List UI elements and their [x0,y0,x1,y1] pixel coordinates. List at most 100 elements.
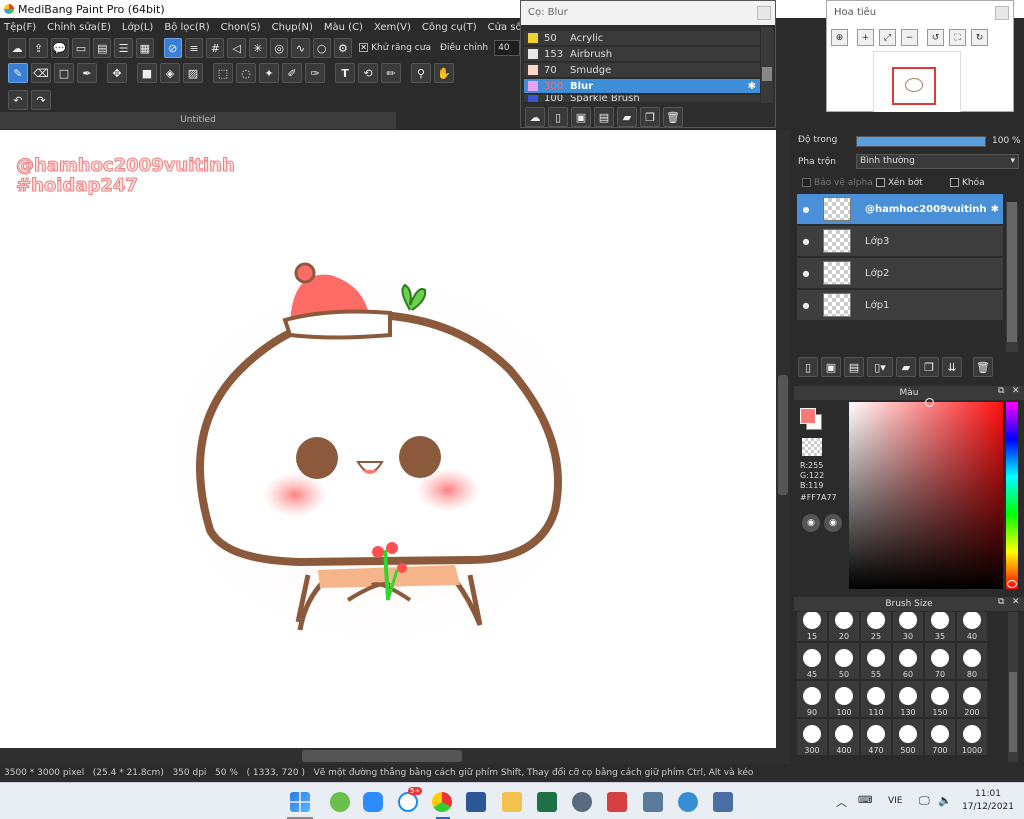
menu-edit[interactable]: Chỉnh sửa(E) [47,22,111,33]
lasso-tool-icon[interactable]: ◌ [236,63,256,83]
fit-canvas-icon[interactable]: ⛶ [949,29,966,46]
close-icon[interactable]: ✕ [1012,597,1020,607]
list-icon[interactable]: ☰ [114,38,133,58]
brush-size-option[interactable]: 100 [828,680,860,718]
menu-snap[interactable]: Chụp(N) [272,22,313,33]
gradient-tool-icon[interactable]: ▨ [183,63,203,83]
medibang-taskbar-icon[interactable] [678,792,698,812]
calculator-icon[interactable] [643,792,663,812]
hand-tool-icon[interactable]: ✋ [434,63,454,83]
brush-size-option[interactable]: 20 [828,612,860,642]
zoom-in-icon[interactable]: + [857,29,874,46]
fill-rect-tool-icon[interactable]: ■ [137,63,157,83]
text-tool-icon[interactable]: T [335,63,355,83]
snap-settings-icon[interactable]: ⚙ [333,38,353,58]
clip-checkbox[interactable] [876,178,885,187]
select-tool-icon[interactable]: ⬚ [213,63,233,83]
cloud-download-icon[interactable]: ☁ [525,107,545,127]
visibility-icon[interactable]: ● [797,301,815,310]
layer-list-scroll-thumb[interactable] [1007,202,1017,342]
chevron-up-icon[interactable]: ︿ [836,794,847,810]
volume-icon[interactable]: 🔈 [938,794,952,807]
horizontal-scroll-thumb[interactable] [302,750,462,762]
brush-panel-close-button[interactable] [757,6,771,20]
blend-mode-select[interactable]: Bình thường ▾ [856,154,1019,169]
pencil-tool-icon[interactable]: ✏ [381,63,401,83]
foreground-color-swatch[interactable] [800,408,816,424]
layer-folder-icon[interactable]: ▰ [896,357,916,377]
visibility-icon[interactable]: ● [797,237,815,246]
network-icon[interactable]: 🖵 [919,794,930,808]
brush-size-option[interactable]: 55 [860,642,892,680]
brush-size-scroll-thumb[interactable] [1009,672,1017,752]
brush-size-option[interactable]: 130 [892,680,924,718]
zoom-out-icon[interactable]: − [901,29,918,46]
cloud-icon[interactable]: ☁ [8,38,27,58]
magic-wand-tool-icon[interactable]: ✦ [259,63,279,83]
excel-icon[interactable] [537,792,557,812]
duplicate-layer-icon[interactable]: ❐ [919,357,939,377]
brush-settings-icon[interactable]: ▤ [594,107,614,127]
folder-icon[interactable]: ▰ [617,107,637,127]
brush-item-selected[interactable]: 300 Blur ✱ [524,79,760,94]
brush-size-option[interactable]: 60 [892,642,924,680]
brush-size-option[interactable]: 70 [924,642,956,680]
select-eraser-tool-icon[interactable]: ✑ [305,63,325,83]
word-icon[interactable] [466,792,486,812]
layer-item[interactable]: ● Lớp1 [797,290,1003,321]
layer-item[interactable]: ● Lớp3 [797,226,1003,257]
chrome-icon[interactable] [432,792,452,812]
antialias-option[interactable]: ✕ Khử răng cưa [359,43,431,53]
adjust-input[interactable]: 40 [494,40,520,56]
canvas-horizontal-scrollbar[interactable] [0,748,790,764]
keyboard-icon[interactable]: ⌨ [858,795,872,806]
color-picker-handle[interactable] [925,398,934,407]
move-tool-icon[interactable]: ✥ [107,63,127,83]
zalo-pc-icon[interactable] [330,792,350,812]
comment-icon[interactable]: 💬 [50,38,69,58]
language-indicator[interactable]: VIE [888,796,903,806]
pen-tool-icon[interactable]: ✒ [77,63,97,83]
snap-radial-icon[interactable]: ✳ [248,38,267,58]
palette-icon[interactable]: ◉ [802,514,820,532]
brush-tool-icon[interactable]: ✎ [8,63,28,83]
brush-list-scroll-thumb[interactable] [762,67,772,81]
snap-vanish-icon[interactable]: ◁ [227,38,246,58]
brush-size-option[interactable]: 700 [924,718,956,756]
remote-desktop-icon[interactable] [713,792,733,812]
zoom-icon[interactable] [363,792,383,812]
brush-size-option[interactable]: 110 [860,680,892,718]
brush-size-option[interactable]: 30 [892,612,924,642]
gear-icon[interactable]: ✱ [991,204,999,215]
brush-size-option[interactable]: 400 [828,718,860,756]
upload-icon[interactable]: ⇪ [29,38,48,58]
visibility-icon[interactable]: ● [797,205,815,214]
zalo-icon[interactable]: 5+ [398,787,423,812]
brush-size-option[interactable]: 200 [956,680,988,718]
brush-size-scrollbar[interactable] [1008,612,1018,762]
brush-size-option[interactable]: 50 [828,642,860,680]
menu-file[interactable]: Tệp(F) [4,22,36,33]
brush-size-option[interactable]: 300 [796,718,828,756]
navigator-close-button[interactable] [995,6,1009,20]
brush-size-option[interactable]: 40 [956,612,988,642]
hue-slider[interactable] [1006,402,1018,589]
divide-tool-icon[interactable]: ⟲ [358,63,378,83]
brush-size-option[interactable]: 470 [860,718,892,756]
gear-icon[interactable]: ✱ [748,81,756,92]
canvas-tab[interactable]: Untitled [0,112,396,129]
snap-grid-icon[interactable]: # [206,38,225,58]
new-layer-icon[interactable]: ▯ [798,357,818,377]
brush-list-scrollbar[interactable] [761,27,773,103]
transparent-color-swatch[interactable] [802,438,822,456]
new-halftone-layer-icon[interactable]: ▣ [821,357,841,377]
add-layer-menu-icon[interactable]: ▯▾ [867,357,893,377]
close-icon[interactable]: ✕ [1012,386,1020,396]
zoom-fit-icon[interactable]: ⊕ [831,29,848,46]
color-picker-field[interactable] [849,398,1003,589]
canvas-vertical-scrollbar[interactable] [776,130,790,748]
game-icon[interactable] [607,792,627,812]
brush-item[interactable]: 70 Smudge [524,63,760,78]
snap-off-icon[interactable]: ⊘ [163,38,182,58]
start-icon[interactable] [290,792,310,812]
